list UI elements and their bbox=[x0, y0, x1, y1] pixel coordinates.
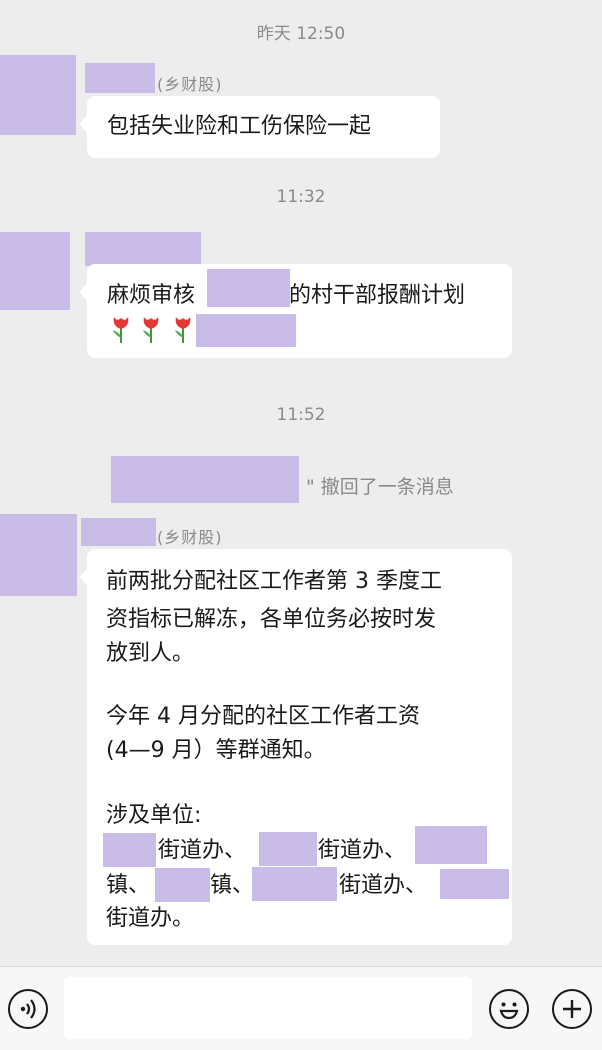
recall-notice: " 撤回了一条消息 bbox=[306, 476, 454, 498]
message-text: 镇、 bbox=[210, 873, 255, 898]
message-text: 街道办。 bbox=[106, 906, 195, 931]
timestamp: 11:32 bbox=[276, 187, 326, 207]
redacted-unit bbox=[415, 826, 487, 864]
redacted-unit bbox=[155, 868, 210, 902]
timestamp: 11:52 bbox=[276, 405, 326, 425]
tulip-emoji-icon bbox=[175, 317, 191, 343]
chat-input-bar bbox=[0, 966, 602, 1050]
message-text: 前两批分配社区工作者第 3 季度工 bbox=[106, 569, 442, 594]
sender-name-redacted bbox=[85, 63, 155, 93]
message-text: 镇、 bbox=[106, 873, 151, 898]
message-text: 麻烦审核 bbox=[107, 283, 196, 308]
message-text: 街道办、 bbox=[158, 838, 247, 863]
redacted-unit bbox=[252, 867, 337, 901]
message-text: 的村干部报酬计划 bbox=[289, 283, 466, 308]
avatar[interactable] bbox=[0, 55, 76, 135]
message-text: 今年 4 月分配的社区工作者工资 bbox=[106, 704, 420, 729]
plus-icon[interactable] bbox=[552, 989, 592, 1029]
redacted-text bbox=[207, 269, 290, 307]
tulip-emoji-icon bbox=[143, 317, 159, 343]
message-text: 街道办、 bbox=[318, 838, 407, 863]
message-bubble[interactable]: 包括失业险和工伤保险一起 bbox=[79, 96, 440, 158]
voice-icon[interactable] bbox=[8, 989, 48, 1029]
message-text: 包括失业险和工伤保险一起 bbox=[107, 114, 372, 139]
sender-name-redacted bbox=[85, 232, 201, 266]
sender-group-tag: (乡财股) bbox=[157, 75, 223, 94]
message-text: 资指标已解冻，各单位务必按时发 bbox=[106, 607, 437, 632]
message-text: 涉及单位: bbox=[106, 803, 202, 828]
tulip-emoji-icon bbox=[113, 317, 129, 343]
message-text: (4—9 月）等群通知。 bbox=[106, 738, 326, 763]
sender-group-tag: (乡财股) bbox=[157, 528, 223, 547]
message-bubble[interactable]: 麻烦审核 的村干部报酬计划 bbox=[79, 264, 512, 358]
redacted-text bbox=[196, 314, 296, 347]
avatar[interactable] bbox=[0, 514, 77, 596]
redacted-unit bbox=[103, 833, 156, 867]
emoji-icon[interactable] bbox=[489, 989, 529, 1029]
message-text: 街道办、 bbox=[339, 873, 428, 898]
message-input[interactable] bbox=[64, 977, 472, 1039]
redacted-unit bbox=[259, 832, 317, 866]
message-bubble[interactable]: 前两批分配社区工作者第 3 季度工 资指标已解冻，各单位务必按时发 放到人。 今… bbox=[79, 549, 512, 945]
redacted-unit bbox=[440, 869, 509, 899]
avatar[interactable] bbox=[0, 232, 70, 310]
sender-name-redacted bbox=[81, 518, 156, 546]
recaller-name-redacted bbox=[111, 456, 299, 503]
message-text: 放到人。 bbox=[106, 641, 195, 666]
timestamp: 昨天 12:50 bbox=[256, 24, 346, 44]
